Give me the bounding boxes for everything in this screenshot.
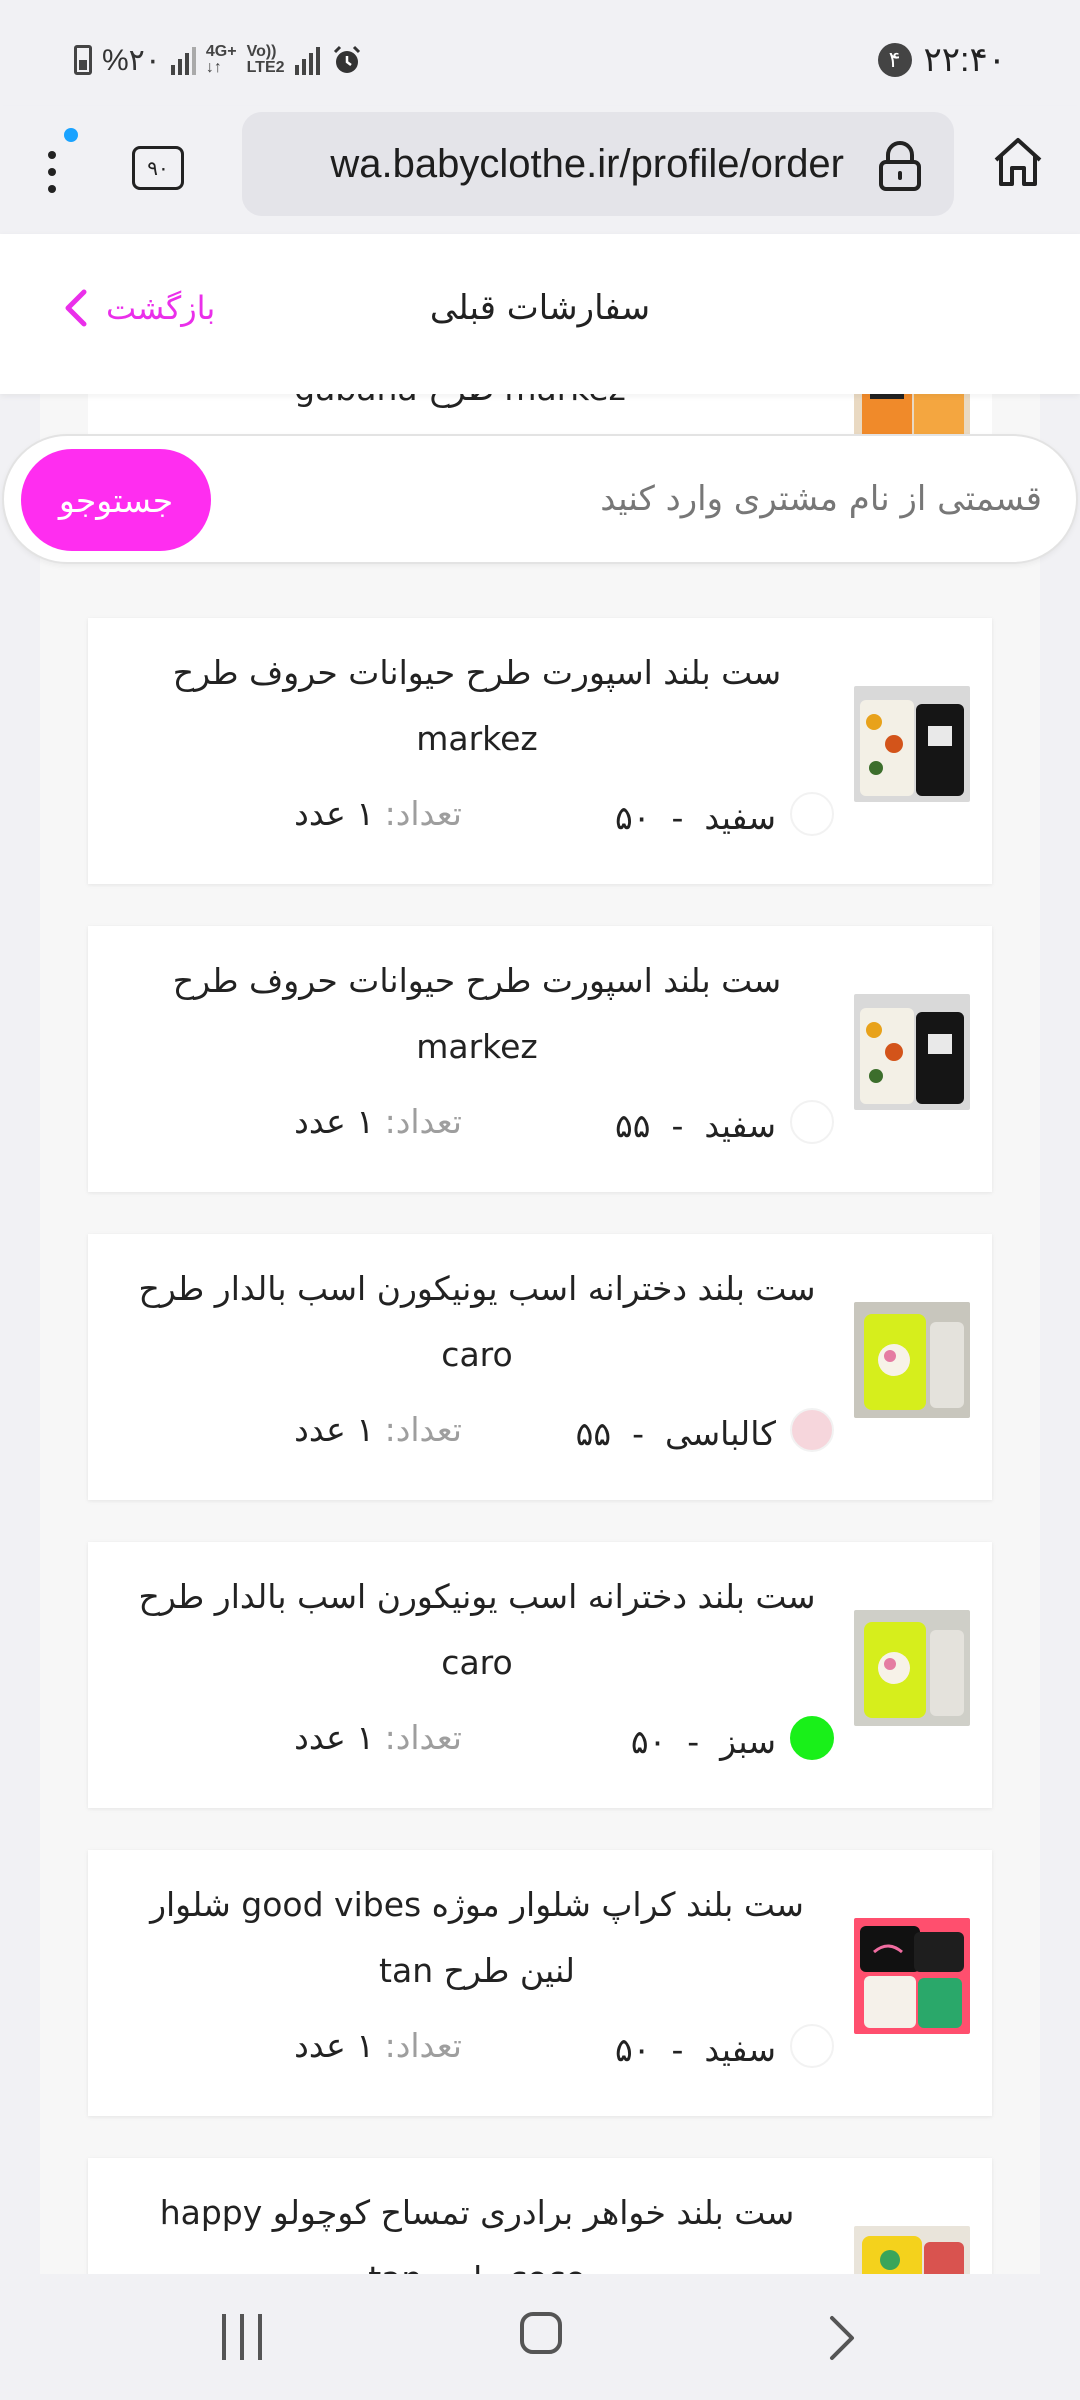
color-swatch <box>790 1100 834 1144</box>
color-swatch <box>790 2024 834 2068</box>
order-item-quantity: تعداد: ۱ عدد <box>294 2026 462 2065</box>
color-swatch <box>790 792 834 836</box>
order-item[interactable]: ست بلند دخترانه اسب یونیکورن اسب بالدار … <box>88 1542 992 1808</box>
order-item-title: markez طرح gabana <box>88 394 832 408</box>
order-item[interactable]: ست بلند خواهر برادری تمساح کوچولو happy … <box>88 2158 992 2274</box>
back-button[interactable]: بازگشت <box>62 288 215 328</box>
product-thumbnail <box>854 1302 970 1418</box>
order-item-title: ست بلند اسپورت طرح حیوانات حروف طرح mark… <box>172 653 782 758</box>
network-type-icon: 4G+ ↓↑ <box>205 43 237 76</box>
search-button[interactable]: جستوجو <box>21 449 211 551</box>
order-item-variant: کالباسی - ۵۵ <box>575 1414 776 1453</box>
order-item[interactable]: ست بلند کراپ شلوار موژه good vibes شلوار… <box>88 1850 992 2116</box>
product-thumbnail <box>854 2226 970 2274</box>
more-options-icon[interactable] <box>40 132 64 212</box>
update-indicator-dot <box>64 128 78 142</box>
order-item-variant: سفید - ۵۵ <box>615 1106 776 1145</box>
order-item-title: ست بلند خواهر برادری تمساح کوچولو happy … <box>159 2193 795 2274</box>
order-item-title: ست بلند کراپ شلوار موژه good vibes شلوار… <box>150 1885 804 1990</box>
notification-count-badge: ۴ <box>877 43 912 77</box>
color-swatch <box>790 1716 834 1760</box>
lock-icon[interactable] <box>876 140 924 192</box>
chevron-left-icon <box>65 289 87 327</box>
product-thumbnail <box>854 994 970 1110</box>
back-label: بازگشت <box>106 289 216 327</box>
order-item-variant: سفید - ۵۰ <box>615 2030 776 2069</box>
signal-2-icon <box>294 45 320 75</box>
order-item-variant: سفید - ۵۰ <box>615 798 776 837</box>
order-item[interactable]: ست بلند اسپورت طرح حیوانات حروف طرح mark… <box>88 618 992 884</box>
url-text: wa.babyclothe.ir/profile/order <box>330 141 844 186</box>
order-item-quantity: تعداد: ۱ عدد <box>294 1102 462 1141</box>
signal-icon <box>170 45 196 75</box>
order-item[interactable]: ست بلند اسپورت طرح حیوانات حروف طرح mark… <box>88 926 992 1192</box>
back-nav-icon[interactable] <box>826 2314 860 2362</box>
status-bar: %۲۰ 4G+ ↓↑ Vo)) LTE2 ۴ ۲۲:۴۰ <box>0 0 1080 106</box>
status-icons-left: %۲۰ 4G+ ↓↑ Vo)) LTE2 <box>74 40 364 80</box>
clock: ۲۲:۴۰ <box>923 41 1007 79</box>
battery-icon <box>74 45 92 75</box>
alarm-icon <box>333 45 360 73</box>
product-thumbnail <box>854 686 970 802</box>
order-item-variant: سبز - ۵۰ <box>630 1722 776 1761</box>
page-header: سفارشات قبلی بازگشت <box>0 234 1080 394</box>
address-bar[interactable]: wa.babyclothe.ir/profile/order <box>242 112 954 216</box>
recent-apps-icon[interactable] <box>222 2314 262 2360</box>
order-item-quantity: تعداد: ۱ عدد <box>294 1718 462 1757</box>
order-item[interactable]: ست بلند دخترانه اسب یونیکورن اسب بالدار … <box>88 1234 992 1500</box>
home-icon[interactable] <box>990 134 1046 190</box>
order-item-title: ست بلند دخترانه اسب یونیکورن اسب بالدار … <box>138 1577 816 1682</box>
order-item-title: ست بلند دخترانه اسب یونیکورن اسب بالدار … <box>138 1269 816 1374</box>
color-swatch <box>790 1408 834 1452</box>
order-item-quantity: تعداد: ۱ عدد <box>294 794 462 833</box>
volte-icon: Vo)) LTE2 <box>246 43 285 76</box>
browser-toolbar: ۹۰ wa.babyclothe.ir/profile/order <box>0 106 1080 234</box>
product-thumbnail <box>854 1610 970 1726</box>
tabs-button[interactable]: ۹۰ <box>132 146 184 190</box>
order-item-quantity: تعداد: ۱ عدد <box>294 1410 462 1449</box>
home-nav-icon[interactable] <box>520 2312 562 2354</box>
search-bar: جستوجو <box>2 434 1078 564</box>
product-thumbnail <box>854 1918 970 2034</box>
system-navigation-bar <box>0 2274 1080 2400</box>
status-icons-right: ۴ ۲۲:۴۰ <box>877 40 1007 80</box>
order-item-title: ست بلند اسپورت طرح حیوانات حروف طرح mark… <box>172 961 782 1066</box>
battery-percent: %۲۰ <box>102 43 161 77</box>
orders-list: markez طرح gabana ست بلند اسپورت طرح حیو… <box>40 394 1040 2274</box>
customer-search-input[interactable] <box>362 436 1042 562</box>
